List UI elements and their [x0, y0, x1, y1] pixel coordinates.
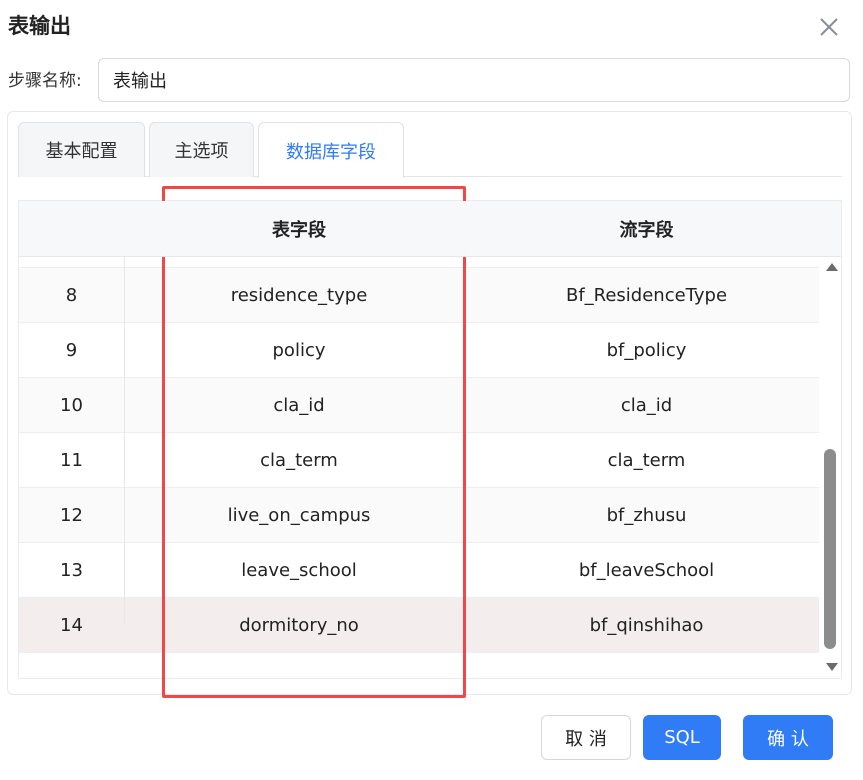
row-index: 12 — [60, 504, 83, 526]
close-icon[interactable] — [818, 16, 840, 38]
sql-button[interactable]: SQL — [643, 715, 721, 760]
table-field-cell[interactable]: cla_id — [124, 378, 474, 432]
table-header: 表字段 流字段 — [19, 201, 841, 257]
row-index: 11 — [60, 449, 83, 471]
scroll-up-icon[interactable] — [826, 263, 838, 271]
cancel-button[interactable]: 取 消 — [541, 715, 631, 760]
table-field-cell[interactable]: cla_term — [124, 433, 474, 487]
scrollbar-thumb[interactable] — [824, 449, 836, 649]
table-row[interactable]: 10 cla_id cla_id — [19, 378, 819, 433]
table-field-cell[interactable]: leave_school — [124, 543, 474, 597]
stream-field-cell[interactable]: bf_zhusu — [474, 488, 819, 542]
table-field-cell[interactable]: live_on_campus — [124, 488, 474, 542]
stream-field-cell[interactable]: Bf_ResidenceType — [474, 268, 819, 322]
table-row[interactable]: 12 live_on_campus bf_zhusu — [19, 488, 819, 543]
tab-basic-config[interactable]: 基本配置 — [18, 122, 145, 177]
header-index — [19, 201, 124, 256]
table-row[interactable]: 14 dormitory_no bf_qinshihao — [19, 598, 819, 653]
field-mapping-table: 7native_placebf_NativePlace8residence_ty… — [18, 200, 842, 679]
row-index: 10 — [60, 394, 83, 416]
table-row[interactable]: 13 leave_school bf_leaveSchool — [19, 543, 819, 598]
column-divider — [124, 201, 125, 623]
tab-main-options[interactable]: 主选项 — [149, 122, 254, 177]
stream-field-cell[interactable]: cla_term — [474, 433, 819, 487]
header-table-field[interactable]: 表字段 — [124, 201, 474, 256]
scroll-down-icon[interactable] — [826, 663, 838, 671]
row-index: 14 — [60, 614, 83, 636]
table-field-cell[interactable]: dormitory_no — [124, 598, 474, 652]
stream-field-cell[interactable]: bf_leaveSchool — [474, 543, 819, 597]
header-stream-field[interactable]: 流字段 — [474, 201, 819, 256]
table-row[interactable]: 8 residence_type Bf_ResidenceType — [19, 268, 819, 323]
row-index: 9 — [65, 339, 78, 361]
table-field-cell[interactable]: policy — [124, 323, 474, 377]
confirm-button[interactable]: 确 认 — [743, 715, 833, 760]
table-field-cell[interactable]: residence_type — [124, 268, 474, 322]
stream-field-cell[interactable]: bf_policy — [474, 323, 819, 377]
row-index: 8 — [65, 284, 78, 306]
step-name-label: 步骤名称: — [8, 71, 82, 91]
table-row[interactable]: 9 policy bf_policy — [19, 323, 819, 378]
table-row[interactable]: 11 cla_term cla_term — [19, 433, 819, 488]
step-name-input[interactable] — [98, 58, 850, 102]
row-index: 13 — [60, 559, 83, 581]
stream-field-cell[interactable]: bf_qinshihao — [474, 598, 819, 652]
stream-field-cell[interactable]: cla_id — [474, 378, 819, 432]
dialog-title: 表输出 — [8, 14, 71, 38]
tab-database-fields[interactable]: 数据库字段 — [258, 122, 404, 178]
